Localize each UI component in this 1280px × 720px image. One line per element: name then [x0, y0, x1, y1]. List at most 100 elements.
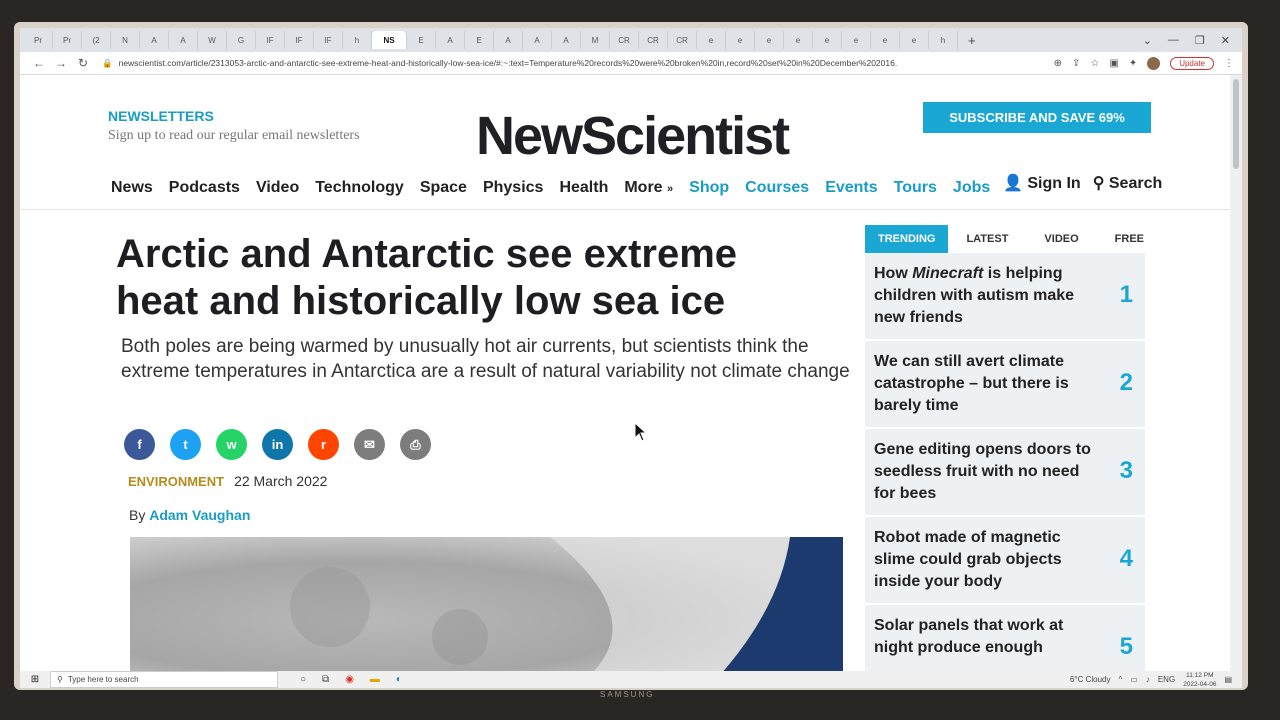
browser-tab[interactable]: N: [111, 31, 140, 49]
forward-icon[interactable]: →: [50, 56, 72, 70]
author-link[interactable]: Adam Vaughan: [149, 507, 250, 523]
trending-item[interactable]: Solar panels that work at night produce …: [865, 605, 1145, 671]
browser-tab[interactable]: A: [140, 31, 169, 49]
browser-tab[interactable]: A: [494, 31, 523, 49]
browser-tab[interactable]: A: [436, 31, 465, 49]
browser-tab[interactable]: A: [523, 31, 552, 49]
task-view-icon[interactable]: ⧉: [322, 674, 329, 685]
chevron-up-icon[interactable]: ^: [1119, 675, 1123, 684]
browser-tab[interactable]: M: [581, 31, 610, 49]
trending-item[interactable]: Gene editing opens doors to seedless fru…: [865, 429, 1145, 517]
nav-jobs[interactable]: Jobs: [953, 179, 990, 197]
language-indicator[interactable]: ENG: [1158, 675, 1175, 684]
browser-tab[interactable]: h: [343, 31, 372, 49]
browser-tab[interactable]: E: [407, 31, 436, 49]
browser-tab[interactable]: e: [726, 31, 755, 49]
nav-space[interactable]: Space: [420, 179, 467, 197]
file-explorer-icon[interactable]: ▬: [370, 674, 380, 685]
sign-in-link[interactable]: 👤 Sign In: [1003, 173, 1081, 193]
minimize-icon[interactable]: —: [1168, 34, 1179, 47]
trending-item[interactable]: We can still avert climate catastrophe –…: [865, 341, 1145, 429]
star-icon[interactable]: ☆: [1090, 58, 1099, 69]
reddit-icon[interactable]: r: [308, 429, 339, 460]
browser-tab[interactable]: e: [697, 31, 726, 49]
browser-tab[interactable]: e: [784, 31, 813, 49]
tab-free[interactable]: FREE: [1097, 226, 1162, 252]
browser-tab[interactable]: G: [227, 31, 256, 49]
edge-icon[interactable]: ◐: [396, 674, 402, 685]
nav-more[interactable]: More »: [624, 179, 673, 197]
category-link[interactable]: ENVIRONMENT: [128, 474, 224, 489]
nav-health[interactable]: Health: [559, 179, 608, 197]
newsletters-link[interactable]: NEWSLETTERS: [108, 108, 214, 124]
browser-tab[interactable]: e: [755, 31, 784, 49]
nav-video[interactable]: Video: [256, 179, 299, 197]
linkedin-icon[interactable]: in: [262, 429, 293, 460]
nav-courses[interactable]: Courses: [745, 179, 809, 197]
nav-physics[interactable]: Physics: [483, 179, 543, 197]
nav-tours[interactable]: Tours: [894, 179, 937, 197]
windows-start-icon[interactable]: ⊞: [20, 674, 50, 685]
scrollbar[interactable]: [1230, 75, 1242, 671]
notifications-icon[interactable]: ▤: [1224, 675, 1232, 684]
search-link[interactable]: ⚲ Search: [1093, 173, 1163, 193]
maximize-icon[interactable]: ❐: [1195, 34, 1205, 47]
browser-tab[interactable]: IF: [256, 31, 285, 49]
browser-tab[interactable]: A: [169, 31, 198, 49]
trending-item[interactable]: How Minecraft is helping children with a…: [865, 253, 1145, 341]
print-icon[interactable]: ⎙: [400, 429, 431, 460]
browser-tab[interactable]: e: [871, 31, 900, 49]
email-icon[interactable]: ✉: [354, 429, 385, 460]
browser-tab[interactable]: A: [552, 31, 581, 49]
browser-tab[interactable]: NS: [372, 31, 407, 49]
close-icon[interactable]: ✕: [1221, 34, 1230, 47]
whatsapp-icon[interactable]: w: [216, 429, 247, 460]
tab-latest[interactable]: LATEST: [948, 226, 1026, 252]
url-field[interactable]: 🔒 newscientist.com/article/2313053-arctic…: [102, 58, 1054, 69]
nav-events[interactable]: Events: [825, 179, 877, 197]
extension-icon[interactable]: ▣: [1109, 58, 1118, 69]
browser-tab[interactable]: IF: [314, 31, 343, 49]
nav-podcasts[interactable]: Podcasts: [169, 179, 240, 197]
twitter-icon[interactable]: t: [170, 429, 201, 460]
reload-icon[interactable]: ↻: [72, 56, 94, 70]
browser-tab[interactable]: CR: [639, 31, 668, 49]
clock[interactable]: 11:12 PM 2022-04-06: [1183, 671, 1216, 689]
site-logo[interactable]: NewScientist: [476, 105, 790, 167]
facebook-icon[interactable]: f: [124, 429, 155, 460]
nav-news[interactable]: News: [111, 179, 153, 197]
network-icon[interactable]: ▭: [1130, 675, 1138, 684]
browser-tab[interactable]: h: [929, 31, 958, 49]
browser-tab[interactable]: e: [813, 31, 842, 49]
browser-tab[interactable]: W: [198, 31, 227, 49]
chrome-icon[interactable]: ◉: [345, 674, 354, 685]
browser-tab[interactable]: E: [465, 31, 494, 49]
tab-video[interactable]: VIDEO: [1026, 226, 1096, 252]
puzzle-icon[interactable]: ✦: [1129, 58, 1137, 69]
back-icon[interactable]: ←: [28, 56, 50, 70]
browser-tab[interactable]: e: [842, 31, 871, 49]
volume-icon[interactable]: ♪: [1146, 675, 1150, 684]
browser-tab[interactable]: e: [900, 31, 929, 49]
chevron-down-icon[interactable]: ⌄: [1143, 34, 1152, 47]
browser-tab[interactable]: IF: [285, 31, 314, 49]
new-tab-button[interactable]: +: [968, 33, 976, 48]
tab-trending[interactable]: TRENDING: [865, 225, 949, 253]
scrollbar-thumb[interactable]: [1233, 79, 1239, 169]
nav-technology[interactable]: Technology: [315, 179, 404, 197]
update-button[interactable]: Update: [1170, 56, 1214, 70]
trending-item[interactable]: Robot made of magnetic slime could grab …: [865, 517, 1145, 605]
browser-tab[interactable]: (2: [82, 31, 111, 49]
cortana-icon[interactable]: ○: [300, 674, 306, 685]
browser-tab[interactable]: CR: [610, 31, 639, 49]
nav-shop[interactable]: Shop: [689, 179, 729, 197]
avatar[interactable]: [1147, 56, 1161, 70]
zoom-icon[interactable]: ⊕: [1054, 58, 1062, 69]
menu-icon[interactable]: ⋮: [1224, 58, 1234, 69]
browser-tab[interactable]: Pr: [24, 31, 53, 49]
subscribe-button[interactable]: SUBSCRIBE AND SAVE 69%: [923, 102, 1151, 133]
browser-tab[interactable]: Pr: [53, 31, 82, 49]
browser-tab[interactable]: CR: [668, 31, 697, 49]
weather-text[interactable]: 6°C Cloudy: [1070, 675, 1111, 684]
taskbar-search[interactable]: ⚲ Type here to search: [50, 671, 278, 688]
